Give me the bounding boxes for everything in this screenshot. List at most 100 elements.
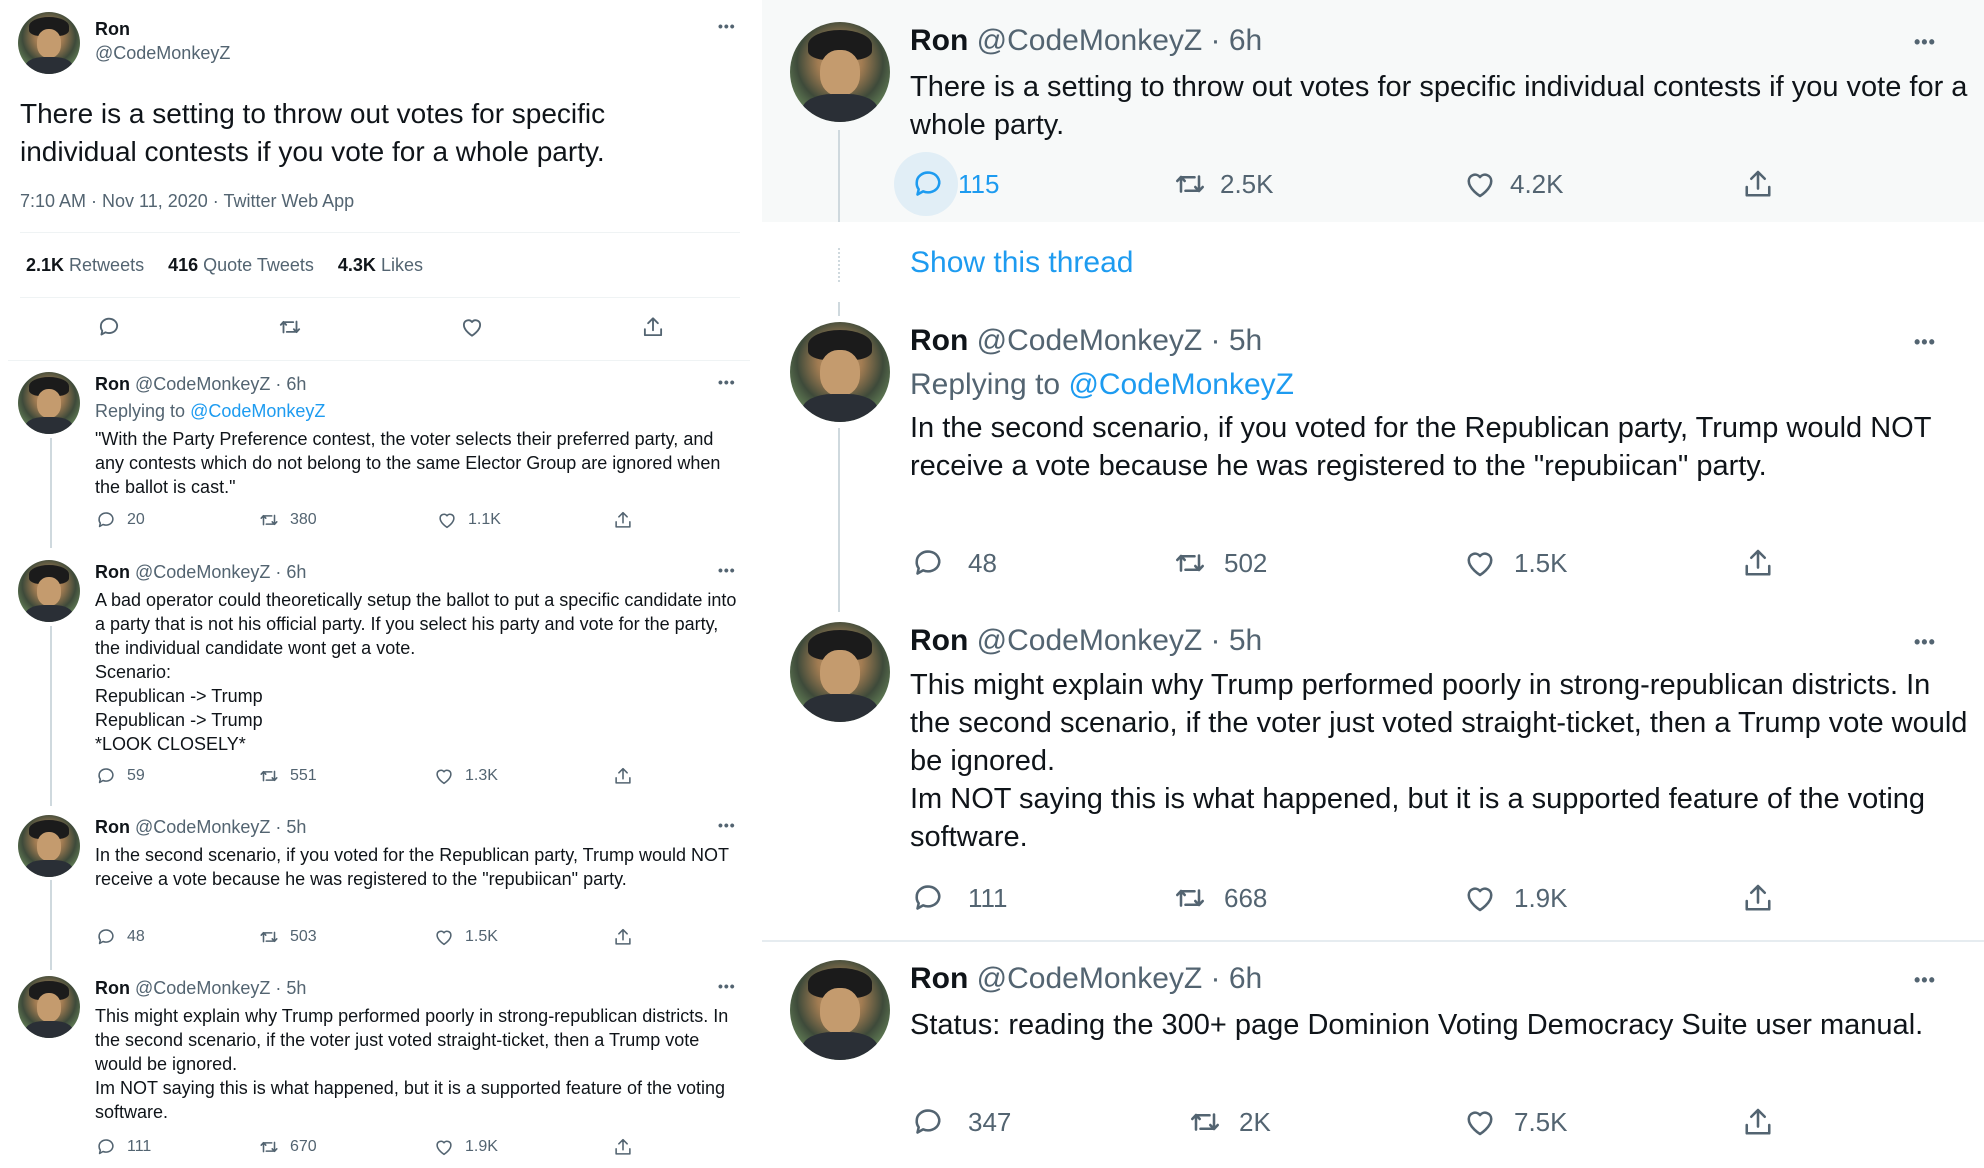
retweet-icon [258, 926, 280, 948]
thread-dots [838, 248, 840, 282]
reply-count: 59 [127, 767, 145, 784]
share-button[interactable] [612, 765, 634, 787]
like-count: 1.3K [465, 767, 498, 784]
like-button[interactable]: 1.5K [433, 926, 498, 948]
more-options-icon[interactable]: ••• [1914, 332, 1936, 353]
retweet-button[interactable]: 2K [1187, 1104, 1271, 1140]
handle-time[interactable]: @CodeMonkeyZ · 5h [977, 324, 1263, 357]
author-name[interactable]: Ron [910, 624, 968, 657]
retweet-button[interactable]: 551 [258, 765, 317, 787]
like-button[interactable]: 4.2K [1462, 166, 1564, 202]
likes-stat[interactable]: 4.3K Likes [338, 255, 423, 276]
reply-count: 20 [127, 511, 145, 528]
more-options-icon[interactable]: ••• [1914, 970, 1936, 991]
share-icon [640, 314, 666, 340]
share-icon [1740, 166, 1776, 202]
share-button[interactable] [612, 1136, 634, 1158]
author-name[interactable]: Ron [95, 978, 130, 998]
like-button[interactable]: 1.3K [433, 765, 498, 787]
avatar[interactable] [790, 622, 890, 722]
handle-time[interactable]: @CodeMonkeyZ · 6h [135, 374, 306, 394]
author-handle[interactable]: @CodeMonkeyZ [95, 43, 230, 64]
share-icon [1740, 880, 1776, 916]
retweet-count: 502 [1224, 547, 1268, 578]
tweet-header: Ron @CodeMonkeyZ · 6h [910, 24, 1262, 58]
author-name[interactable]: Ron [95, 19, 130, 40]
share-button[interactable] [612, 926, 634, 948]
retweet-icon [1187, 1104, 1223, 1140]
handle-time[interactable]: @CodeMonkeyZ · 5h [977, 624, 1263, 657]
retweet-stat[interactable]: 2.1K Retweets [26, 255, 144, 276]
share-button[interactable] [1740, 880, 1776, 916]
tweet-header: Ron @CodeMonkeyZ · 5h [95, 978, 306, 999]
retweet-button[interactable]: 670 [258, 1136, 317, 1158]
thread-connector [838, 302, 840, 316]
divider [762, 940, 1984, 942]
share-button[interactable] [1740, 166, 1776, 202]
avatar[interactable] [790, 322, 890, 422]
like-button[interactable]: 1.9K [433, 1136, 498, 1158]
retweet-button[interactable]: 668 [1172, 880, 1267, 916]
reply-button[interactable]: 48 [910, 545, 997, 581]
replying-handle-link[interactable]: @CodeMonkeyZ [1068, 368, 1294, 401]
avatar[interactable] [18, 12, 80, 74]
reply-button[interactable]: 59 [95, 765, 145, 787]
like-count: 1.9K [1514, 882, 1568, 913]
replying-handle-link[interactable]: @CodeMonkeyZ [190, 401, 325, 421]
tweet-text: This might explain why Trump performed p… [910, 669, 1968, 853]
author-name[interactable]: Ron [95, 817, 130, 837]
reply-button[interactable] [96, 314, 122, 340]
show-thread-link[interactable]: Show this thread [910, 246, 1133, 280]
more-options-icon[interactable]: ••• [718, 978, 736, 994]
handle-time[interactable]: @CodeMonkeyZ · 5h [135, 978, 306, 998]
share-icon [1740, 545, 1776, 581]
share-button[interactable] [612, 509, 634, 531]
replying-to: Replying to @CodeMonkeyZ [95, 401, 325, 422]
share-button[interactable] [640, 314, 666, 340]
retweet-button[interactable]: 503 [258, 926, 317, 948]
handle-time[interactable]: @CodeMonkeyZ · 5h [135, 817, 306, 837]
share-button[interactable] [1740, 545, 1776, 581]
like-button[interactable]: 7.5K [1462, 1104, 1568, 1140]
more-options-icon[interactable]: ••• [1914, 632, 1936, 653]
quote-stat[interactable]: 416 Quote Tweets [168, 255, 314, 276]
avatar[interactable] [790, 960, 890, 1060]
like-button[interactable] [459, 314, 485, 340]
reply-button[interactable]: 48 [95, 926, 145, 948]
avatar[interactable] [18, 560, 80, 622]
author-name[interactable]: Ron [910, 324, 968, 357]
handle-time[interactable]: @CodeMonkeyZ · 6h [135, 562, 306, 582]
like-button[interactable]: 1.1K [436, 509, 501, 531]
like-button[interactable]: 1.5K [1462, 545, 1568, 581]
tweet-header: Ron @CodeMonkeyZ · 5h [910, 324, 1262, 358]
more-options-icon[interactable]: ••• [718, 18, 736, 34]
retweet-button[interactable] [277, 314, 303, 340]
more-options-icon[interactable]: ••• [718, 374, 736, 390]
more-options-icon[interactable]: ••• [1914, 32, 1936, 53]
reply-button[interactable]: 20 [95, 509, 145, 531]
share-button[interactable] [1740, 1104, 1776, 1140]
avatar[interactable] [18, 815, 80, 877]
reply-button[interactable]: 115 [910, 166, 999, 202]
retweet-button[interactable]: 2.5K [1172, 166, 1274, 202]
handle-time[interactable]: @CodeMonkeyZ · 6h [977, 962, 1263, 995]
more-options-icon[interactable]: ••• [718, 562, 736, 578]
retweet-button[interactable]: 502 [1172, 545, 1267, 581]
more-options-icon[interactable]: ••• [718, 817, 736, 833]
author-name[interactable]: Ron [95, 562, 130, 582]
avatar[interactable] [18, 372, 80, 434]
author-name[interactable]: Ron [95, 374, 130, 394]
thread-connector [50, 438, 52, 548]
reply-button[interactable]: 111 [95, 1136, 151, 1158]
retweet-button[interactable]: 380 [258, 509, 317, 531]
author-name[interactable]: Ron [910, 962, 968, 995]
reply-button[interactable]: 347 [910, 1104, 1011, 1140]
avatar[interactable] [790, 22, 890, 122]
reply-button[interactable]: 111 [910, 880, 1008, 916]
handle-time[interactable]: @CodeMonkeyZ · 6h [977, 24, 1263, 57]
like-button[interactable]: 1.9K [1462, 880, 1568, 916]
reply-icon [96, 314, 122, 340]
like-count: 1.1K [468, 511, 501, 528]
avatar[interactable] [18, 976, 80, 1038]
author-name[interactable]: Ron [910, 24, 968, 57]
